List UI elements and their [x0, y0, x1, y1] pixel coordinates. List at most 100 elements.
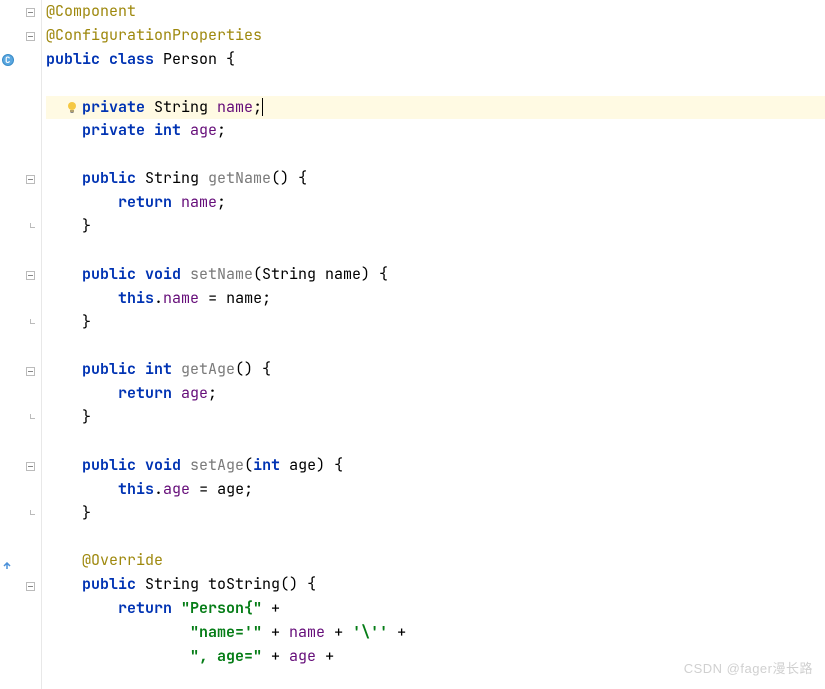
code-token: name	[163, 288, 199, 308]
code-line[interactable]: "name='" + name + '\'' +	[46, 621, 825, 645]
code-token: return	[118, 192, 181, 212]
gutter-icons-column	[0, 0, 20, 689]
code-token: this	[118, 288, 154, 308]
code-token: public int	[82, 359, 181, 379]
code-line[interactable]: @Component	[46, 0, 825, 24]
code-token: +	[271, 622, 289, 642]
code-token: age	[190, 120, 217, 140]
code-token: ;	[217, 192, 226, 212]
code-token: +	[271, 646, 289, 666]
code-token: = name;	[199, 288, 271, 308]
code-token: age	[163, 479, 190, 499]
code-line[interactable]	[46, 239, 825, 263]
intention-bulb-icon[interactable]	[64, 100, 80, 116]
code-token: ;	[253, 97, 262, 117]
code-token: }	[82, 312, 91, 332]
code-token: public	[82, 168, 145, 188]
code-token: @Component	[46, 1, 136, 21]
code-token: .	[154, 288, 163, 308]
code-token	[46, 646, 190, 666]
code-line[interactable]: private int age;	[46, 119, 825, 143]
code-token: public void	[82, 455, 190, 475]
code-token: (String name) {	[253, 264, 388, 284]
code-line[interactable]: this.name = name;	[46, 287, 825, 311]
code-text-area[interactable]: @Component @ConfigurationProperties public…	[42, 0, 825, 689]
fold-end-icon[interactable]	[24, 221, 37, 234]
code-line[interactable]	[46, 526, 825, 550]
code-token	[46, 455, 82, 475]
code-line[interactable]	[46, 72, 825, 96]
class-gutter-icon[interactable]	[2, 54, 14, 66]
code-line[interactable]: return name;	[46, 191, 825, 215]
code-token: int	[253, 455, 280, 475]
code-token: private int	[82, 120, 190, 140]
code-token: age) {	[280, 455, 343, 475]
code-token	[46, 216, 82, 236]
code-token: (	[244, 455, 253, 475]
code-token: () {	[235, 359, 271, 379]
code-line[interactable]: @Override	[46, 549, 825, 573]
code-token	[46, 407, 82, 427]
code-token	[46, 120, 82, 140]
code-line[interactable]: }	[46, 215, 825, 239]
code-token: getAge	[181, 359, 235, 379]
code-token: = age;	[190, 479, 253, 499]
code-line[interactable]: return age;	[46, 382, 825, 406]
code-token: @ConfigurationProperties	[46, 25, 262, 45]
fold-end-icon[interactable]	[24, 412, 37, 425]
code-line[interactable]	[46, 334, 825, 358]
fold-collapse-icon[interactable]	[24, 6, 37, 19]
watermark-text: CSDN @fager漫长路	[684, 658, 813, 677]
code-token: {	[226, 49, 235, 69]
code-line[interactable]	[46, 430, 825, 454]
code-token: age	[289, 646, 316, 666]
code-line[interactable]: @ConfigurationProperties	[46, 24, 825, 48]
code-line[interactable]: return "Person{" +	[46, 597, 825, 621]
code-line[interactable]: public String toString() {	[46, 573, 825, 597]
code-token: String	[154, 97, 217, 117]
code-editor: @Component @ConfigurationProperties public…	[0, 0, 825, 689]
text-cursor	[262, 98, 263, 116]
code-token: "name='"	[190, 622, 271, 642]
code-token	[46, 288, 118, 308]
code-line[interactable]: }	[46, 311, 825, 335]
code-line[interactable]: public class Person {	[46, 48, 825, 72]
code-line[interactable]: private String name;	[46, 96, 825, 120]
code-token: age	[181, 383, 208, 403]
fold-end-icon[interactable]	[24, 508, 37, 521]
code-token: () {	[280, 574, 316, 594]
code-token: +	[397, 622, 406, 642]
code-line[interactable]: }	[46, 406, 825, 430]
fold-collapse-icon[interactable]	[24, 580, 37, 593]
code-token: @Override	[82, 550, 163, 570]
fold-collapse-icon[interactable]	[24, 269, 37, 282]
code-token: "Person{"	[181, 598, 271, 618]
code-token: return	[118, 598, 181, 618]
fold-collapse-icon[interactable]	[24, 365, 37, 378]
code-line[interactable]	[46, 143, 825, 167]
code-token	[46, 550, 82, 570]
code-token: private	[82, 97, 154, 117]
code-line[interactable]: public int getAge() {	[46, 358, 825, 382]
fold-collapse-icon[interactable]	[24, 460, 37, 473]
fold-collapse-icon[interactable]	[24, 173, 37, 186]
code-line[interactable]: public void setAge(int age) {	[46, 454, 825, 478]
code-token: name	[217, 97, 253, 117]
fold-end-icon[interactable]	[24, 317, 37, 330]
code-token	[46, 312, 82, 332]
code-token: .	[154, 479, 163, 499]
code-line[interactable]: public String getName() {	[46, 167, 825, 191]
code-token	[46, 503, 82, 523]
code-line[interactable]: public void setName(String name) {	[46, 263, 825, 287]
code-line[interactable]: this.age = age;	[46, 478, 825, 502]
code-token: }	[82, 503, 91, 523]
override-gutter-icon[interactable]	[2, 557, 12, 567]
code-token: () {	[271, 168, 307, 188]
code-token: setName	[190, 264, 253, 284]
code-line[interactable]: }	[46, 502, 825, 526]
code-token: ", age="	[190, 646, 271, 666]
fold-collapse-icon[interactable]	[24, 30, 37, 43]
code-token: this	[118, 479, 154, 499]
code-token	[46, 264, 82, 284]
code-token: name	[181, 192, 217, 212]
